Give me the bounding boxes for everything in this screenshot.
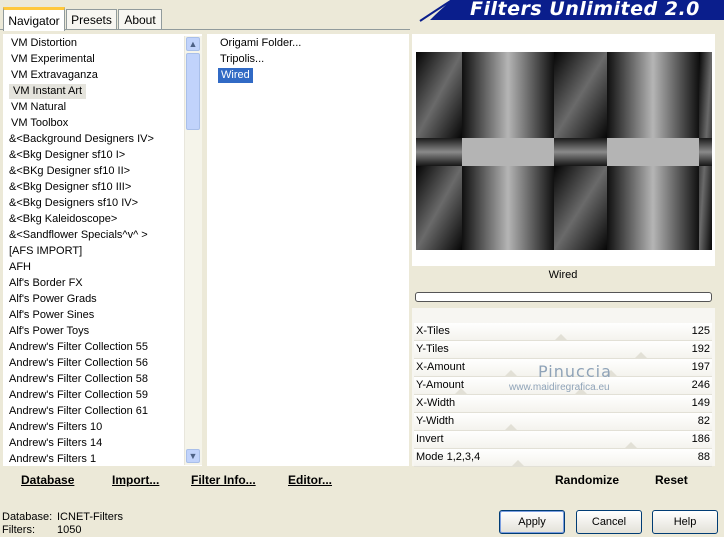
param-name: Y-Width: [416, 415, 455, 427]
category-item[interactable]: &<Bkg Kaleidoscope>: [9, 212, 117, 227]
status-filters-label: Filters:: [2, 524, 35, 536]
tab-about[interactable]: About: [118, 9, 162, 29]
progress-bar: [415, 292, 712, 302]
import-button[interactable]: Import...: [112, 473, 159, 487]
category-item[interactable]: VM Distortion: [11, 36, 77, 51]
param-value: 197: [691, 361, 710, 373]
category-item[interactable]: Alf's Border FX: [9, 276, 83, 291]
param-name: X-Width: [416, 397, 456, 409]
watermark-name: Pinuccia: [538, 362, 612, 381]
status-database-label: Database:: [2, 511, 53, 523]
preview-image: [416, 52, 712, 250]
param-name: Y-Tiles: [416, 343, 449, 355]
param-value: 186: [691, 433, 710, 445]
category-item[interactable]: VM Experimental: [11, 52, 95, 67]
filter-info-button[interactable]: Filter Info...: [191, 473, 256, 487]
tab-presets[interactable]: Presets: [66, 9, 117, 29]
status-database-value: ICNET-Filters: [57, 511, 123, 523]
category-item[interactable]: &<Bkg Designer sf10 III>: [9, 180, 131, 195]
param-value: 192: [691, 343, 710, 355]
category-item[interactable]: Andrew's Filter Collection 56: [9, 356, 148, 371]
param-row[interactable]: Y-Width 82: [414, 413, 712, 431]
param-tick: [504, 424, 518, 431]
param-value: 88: [697, 451, 710, 463]
scrollbar-thumb[interactable]: [186, 53, 200, 130]
editor-button[interactable]: Editor...: [288, 473, 332, 487]
param-tick: [504, 370, 518, 377]
category-item[interactable]: &<Background Designers IV>: [9, 132, 154, 147]
category-item[interactable]: VM Extravaganza: [11, 68, 98, 83]
param-name: Y-Amount: [416, 379, 464, 391]
preview-filter-name: Wired: [548, 269, 578, 281]
param-tick: [624, 442, 638, 449]
param-track[interactable]: [414, 395, 712, 413]
cancel-button[interactable]: Cancel: [576, 510, 642, 534]
reset-button[interactable]: Reset: [655, 473, 688, 487]
filter-item[interactable]: Origami Folder...: [220, 36, 301, 51]
category-item[interactable]: AFH: [9, 260, 31, 275]
category-item[interactable]: Andrew's Filter Collection 58: [9, 372, 148, 387]
category-item[interactable]: &<Sandflower Specials^v^ >: [9, 228, 148, 243]
category-item[interactable]: Andrew's Filters 10: [9, 420, 102, 435]
param-name: X-Amount: [416, 361, 465, 373]
category-item[interactable]: &<Bkg Designer sf10 I>: [9, 148, 125, 163]
param-name: X-Tiles: [416, 325, 450, 337]
filter-item[interactable]: Wired: [218, 68, 253, 83]
param-name: Invert: [416, 433, 444, 445]
category-item[interactable]: Andrew's Filters 1: [9, 452, 96, 467]
param-row[interactable]: Mode 1,2,3,4 88: [414, 449, 712, 467]
param-tick: [554, 334, 568, 341]
app-title: Filters Unlimited 2.0: [470, 0, 700, 20]
param-value: 125: [691, 325, 710, 337]
category-item[interactable]: Andrew's Filter Collection 61: [9, 404, 148, 419]
status-filters-value: 1050: [57, 524, 82, 536]
filter-list[interactable]: Origami Folder... Tripolis... Wired: [207, 34, 409, 466]
arrow-down-icon[interactable]: ▼: [186, 449, 200, 463]
param-value: 149: [691, 397, 710, 409]
param-value: 82: [697, 415, 710, 427]
param-row[interactable]: X-Width 149: [414, 395, 712, 413]
param-row[interactable]: X-Tiles 125: [414, 323, 712, 341]
category-item[interactable]: Alf's Power Toys: [9, 324, 89, 339]
param-track[interactable]: [414, 413, 712, 431]
database-button[interactable]: Database: [21, 473, 74, 487]
apply-button[interactable]: Apply: [499, 510, 565, 534]
category-list[interactable]: VM Distortion VM Experimental VM Extravaga…: [3, 34, 202, 466]
watermark-url: www.maidiregrafica.eu: [509, 382, 610, 393]
param-name: Mode 1,2,3,4: [416, 451, 481, 463]
category-item[interactable]: VM Toolbox: [11, 116, 68, 131]
category-item[interactable]: VM Instant Art: [9, 84, 87, 99]
randomize-button[interactable]: Randomize: [555, 473, 619, 487]
category-item[interactable]: Andrew's Filter Collection 59: [9, 388, 148, 403]
category-item[interactable]: Andrew's Filter Collection 55: [9, 340, 148, 355]
category-scrollbar[interactable]: ▲ ▼: [184, 36, 202, 465]
param-row[interactable]: Y-Tiles 192: [414, 341, 712, 359]
tab-navigator[interactable]: Navigator: [3, 7, 65, 31]
param-row[interactable]: Invert 186: [414, 431, 712, 449]
param-value: 246: [691, 379, 710, 391]
category-item[interactable]: VM Natural: [11, 100, 66, 115]
param-track[interactable]: [414, 431, 712, 449]
param-tick: [511, 460, 525, 467]
arrow-up-icon[interactable]: ▲: [186, 37, 200, 51]
help-button[interactable]: Help: [652, 510, 718, 534]
category-item[interactable]: &<Bkg Designers sf10 IV>: [9, 196, 138, 211]
category-item[interactable]: Andrew's Filters 14: [9, 436, 102, 451]
category-item[interactable]: Alf's Power Sines: [9, 308, 94, 323]
filter-item[interactable]: Tripolis...: [220, 52, 264, 67]
param-track[interactable]: [414, 341, 712, 359]
category-item[interactable]: [AFS IMPORT]: [9, 244, 82, 259]
category-item[interactable]: Alf's Power Grads: [9, 292, 97, 307]
param-tick: [634, 352, 648, 359]
category-item[interactable]: &<BKg Designer sf10 II>: [9, 164, 130, 179]
